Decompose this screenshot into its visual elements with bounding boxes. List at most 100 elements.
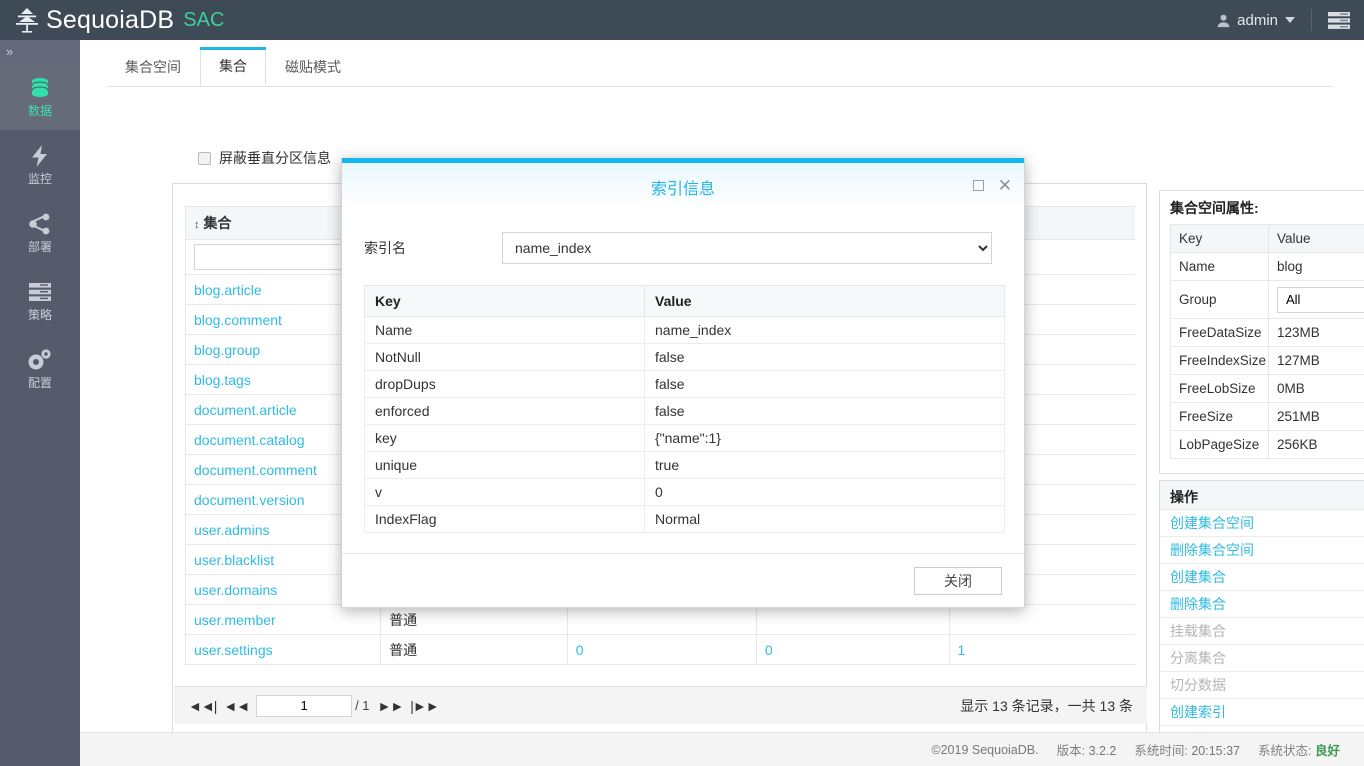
bolt-icon xyxy=(29,143,51,169)
page-number-input[interactable] xyxy=(256,695,352,717)
collection-link[interactable]: blog.group xyxy=(194,342,260,358)
operation-item[interactable]: 创建索引 xyxy=(1160,699,1364,726)
last-page-icon[interactable]: |►► xyxy=(410,698,438,714)
left-sidebar: » 数据 监控 xyxy=(0,40,80,766)
tab-collection[interactable]: 集合 xyxy=(200,47,266,86)
index-detail-row: dropDupsfalse xyxy=(365,371,1005,398)
sidebar-item-label: 部署 xyxy=(28,240,52,254)
minimize-icon[interactable] xyxy=(973,180,984,191)
dialog-controls: ✕ xyxy=(973,177,1012,194)
index-detail-key: dropDups xyxy=(365,371,645,398)
index-detail-key: enforced xyxy=(365,398,645,425)
dialog-body: 索引名 name_index Key Value Namename_indexN… xyxy=(342,211,1024,533)
sidebar-item-monitor[interactable]: 监控 xyxy=(0,130,80,198)
records-summary-label: 显示 13 条记录，一共 13 条 xyxy=(960,696,1133,716)
operation-item: 切分数据 xyxy=(1160,672,1364,699)
footer-time-label: 系统时间: xyxy=(1134,744,1187,758)
collection-link[interactable]: user.settings xyxy=(194,642,273,658)
sidebar-item-data[interactable]: 数据 xyxy=(0,62,80,130)
cell-partition-type: 普通 xyxy=(381,635,568,665)
index-info-dialog: 索引信息 ✕ 索引名 name_index Key Value xyxy=(341,158,1025,608)
cs-property-value: All xyxy=(1269,281,1364,319)
index-name-select[interactable]: name_index xyxy=(502,232,992,264)
cs-property-row: Group All xyxy=(1171,281,1364,319)
cs-property-row: FreeSize251MB xyxy=(1171,403,1364,431)
index-name-field-row: 索引名 name_index xyxy=(364,231,1002,265)
sidebar-item-config[interactable]: 配置 xyxy=(0,334,80,402)
cs-col-value: Value xyxy=(1269,225,1364,253)
footer-version: 版本: 3.2.2 xyxy=(1057,740,1117,759)
operation-item[interactable]: 创建集合 xyxy=(1160,564,1364,591)
table-row: user.settings普通001 xyxy=(186,635,1136,665)
index-detail-value: Normal xyxy=(645,506,1005,533)
index-detail-row: NotNullfalse xyxy=(365,344,1005,371)
next-page-icon[interactable]: ►► xyxy=(378,698,404,714)
brand-logo[interactable]: SequoiaDB SAC xyxy=(0,6,224,35)
index-detail-row: enforcedfalse xyxy=(365,398,1005,425)
cs-properties-table: Key Value NameblogGroupAllFreeDataSize12… xyxy=(1170,224,1364,459)
cs-properties-title: 集合空间属性: xyxy=(1160,191,1364,224)
index-detail-header-row: Key Value xyxy=(365,286,1005,317)
collection-link[interactable]: document.version xyxy=(194,492,305,508)
collection-link[interactable]: document.comment xyxy=(194,462,317,478)
collection-link[interactable]: user.domains xyxy=(194,582,277,598)
collection-link[interactable]: user.admins xyxy=(194,522,269,538)
dialog-close-button[interactable]: 关闭 xyxy=(914,567,1002,595)
brand-name: SequoiaDB xyxy=(46,6,174,35)
list-menu-icon[interactable] xyxy=(1328,12,1350,29)
footer-version-value: 3.2.2 xyxy=(1089,744,1117,758)
index-detail-value: {"name":1} xyxy=(645,425,1005,452)
cs-property-value: 0MB xyxy=(1269,375,1364,403)
double-chevron-right-icon: » xyxy=(6,44,13,59)
group-select[interactable]: All xyxy=(1277,287,1364,313)
tab-collection-space[interactable]: 集合空间 xyxy=(106,48,200,86)
index-detail-value: false xyxy=(645,344,1005,371)
cell-collection: user.member xyxy=(186,605,381,635)
sidebar-expand-toggle[interactable]: » xyxy=(0,40,80,62)
footer-status: 系统状态: 良好 xyxy=(1258,740,1340,759)
brand-suffix: SAC xyxy=(183,9,224,32)
close-icon[interactable]: ✕ xyxy=(998,177,1012,194)
cs-property-value: 251MB xyxy=(1269,403,1364,431)
operations-panel: 操作 创建集合空间删除集合空间创建集合删除集合挂载集合分离集合切分数据创建索引删… xyxy=(1159,480,1364,755)
index-name-label: 索引名 xyxy=(364,238,502,258)
operation-item[interactable]: 创建集合空间 xyxy=(1160,510,1364,537)
collection-link[interactable]: document.catalog xyxy=(194,432,305,448)
index-detail-key: Name xyxy=(365,317,645,344)
cs-property-row: FreeLobSize0MB xyxy=(1171,375,1364,403)
collection-link[interactable]: user.member xyxy=(194,612,276,628)
footer-version-label: 版本: xyxy=(1057,744,1085,758)
cs-property-value: 127MB xyxy=(1269,347,1364,375)
collection-link[interactable]: blog.comment xyxy=(194,312,282,328)
index-detail-key: NotNull xyxy=(365,344,645,371)
index-col-value: Value xyxy=(645,286,1005,317)
operation-item[interactable]: 删除集合 xyxy=(1160,591,1364,618)
user-menu-button[interactable]: admin xyxy=(1216,12,1295,29)
user-name-label: admin xyxy=(1237,12,1278,29)
cs-property-key: Group xyxy=(1171,281,1269,319)
collection-link[interactable]: document.article xyxy=(194,402,297,418)
footer-status-value: 良好 xyxy=(1315,744,1340,758)
collection-link[interactable]: user.blacklist xyxy=(194,552,274,568)
sidebar-item-strategy[interactable]: 策略 xyxy=(0,266,80,334)
sidebar-item-label: 监控 xyxy=(28,172,52,186)
first-page-icon[interactable]: ◄◄| xyxy=(188,698,216,714)
cell-metric-2: 0 xyxy=(756,635,949,665)
collection-link[interactable]: blog.tags xyxy=(194,372,251,388)
pagination-bar: ◄◄| ◄◄ / 1 ►► |►► 显示 13 条记录，一共 13 条 xyxy=(174,686,1147,724)
prev-page-icon[interactable]: ◄◄ xyxy=(223,698,249,714)
index-detail-value: name_index xyxy=(645,317,1005,344)
tabs-rule xyxy=(106,86,1334,87)
tab-tile-mode[interactable]: 磁贴模式 xyxy=(266,48,360,86)
collection-link[interactable]: blog.article xyxy=(194,282,262,298)
operation-item[interactable]: 删除集合空间 xyxy=(1160,537,1364,564)
header-divider xyxy=(1311,9,1312,31)
chevron-down-icon xyxy=(1285,17,1295,23)
sidebar-item-deploy[interactable]: 部署 xyxy=(0,198,80,266)
mask-vertical-partition-checkbox[interactable] xyxy=(198,152,211,165)
mask-vertical-partition-row: 屏蔽垂直分区信息 xyxy=(198,148,331,168)
cs-property-value: blog xyxy=(1269,253,1364,281)
tab-bar: 集合空间 集合 磁贴模式 xyxy=(106,50,360,86)
operation-item: 挂载集合 xyxy=(1160,618,1364,645)
sequoia-tree-icon xyxy=(14,6,40,34)
